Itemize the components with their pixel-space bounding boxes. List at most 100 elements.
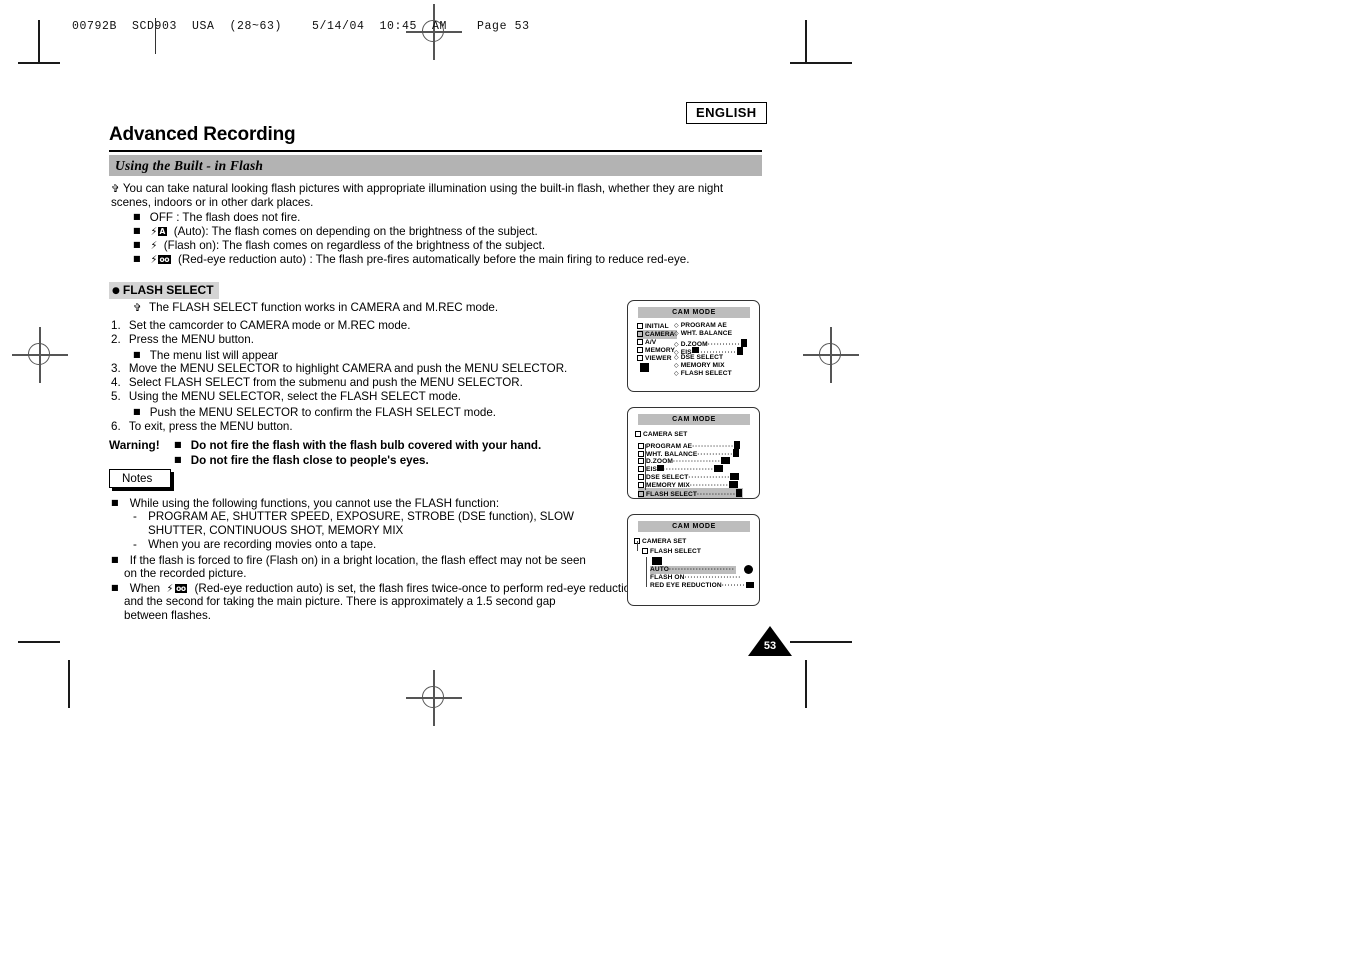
square-bullet-icon: ■ — [133, 212, 141, 221]
clover-bullet-icon: ✞ — [111, 183, 120, 195]
osd-2-title: CAM MODE — [638, 414, 750, 425]
osd-1-left-camera-label: CAMERA — [645, 331, 675, 338]
osd-2-dse-select-chip — [730, 473, 740, 480]
osd-1-right-wht-balance[interactable]: ◇ WHT. BALANCE — [674, 330, 732, 338]
note-item-1-sub-3: - When you are recording movies onto a t… — [133, 538, 376, 552]
warning-item-1-text: Do not fire the flash with the flash bul… — [190, 438, 542, 452]
square-bullet-icon: ■ — [133, 407, 141, 416]
osd-3-submenu-label: FLASH SELECT — [650, 548, 702, 555]
notes-box: Notes — [109, 469, 171, 488]
crop-mark-bottom-right-vertical — [805, 660, 807, 708]
flash-auto-icon: ⚡ — [150, 224, 157, 238]
square-bullet-icon: ■ — [111, 583, 119, 592]
step-3: 3. Move the MENU SELECTOR to highlight C… — [111, 362, 567, 376]
square-bullet-icon: ■ — [174, 440, 182, 449]
step-3-number: 3. — [111, 362, 121, 375]
note-item-1-sub-1-text: PROGRAM AE, SHUTTER SPEED, EXPOSURE, STR… — [148, 510, 574, 523]
crop-mark-top-left-horizontal — [18, 62, 60, 64]
osd-2-flash-select-chip — [735, 489, 742, 497]
leader-dots: ········· — [721, 582, 749, 589]
osd-screen-1: CAM MODE INITIAL CAMERA A/V MEMORY VIEWE… — [627, 300, 760, 392]
flash-redeye-icon: ⚡ — [166, 581, 174, 595]
osd-2-eis-cursor — [657, 465, 664, 471]
osd-1-title: CAM MODE — [638, 307, 750, 318]
diamond-icon: ◇ — [674, 369, 679, 377]
osd-1-right-flash-select[interactable]: ◇ FLASH SELECT — [674, 370, 732, 378]
osd-2-item-flash-select-label: FLASH SELECT — [646, 491, 698, 498]
diamond-icon: ◇ — [674, 321, 679, 329]
print-job-slug: 00792B SCD903 USA (28~63) 5/14/04 10:45 … — [72, 20, 530, 33]
warning-label: Warning! — [109, 438, 160, 452]
osd-1-left-memory-label: MEMORY — [645, 347, 676, 354]
osd-3-option-flash-on[interactable]: FLASH ON··················· — [650, 574, 741, 582]
registration-mark-left — [12, 327, 68, 383]
step-6-number: 6. — [111, 420, 121, 433]
note-item-3-pre: When — [129, 581, 161, 595]
osd-3-option-red-eye[interactable]: RED EYE REDUCTION········· — [650, 582, 749, 590]
osd-1-eis-cursor — [692, 347, 699, 353]
registration-mark-bottom — [406, 670, 462, 726]
square-bullet-icon: ■ — [133, 254, 141, 263]
flash-auto-badge: A — [158, 226, 167, 236]
step-5-sub: ■ Push the MENU SELECTOR to confirm the … — [133, 405, 496, 420]
note-item-1-sub-2: SHUTTER, CONTINUOUS SHOT, MEMORY MIX — [148, 524, 404, 537]
note-item-3-line2: and the second for taking the main pictu… — [124, 595, 556, 608]
intro-lead-text: You can take natural looking flash pictu… — [111, 182, 724, 210]
mode-item-auto-text: (Auto): The flash comes on depending on … — [173, 224, 538, 238]
folder-icon — [637, 323, 643, 329]
notes-label: Notes — [122, 472, 153, 485]
square-bullet-icon: ■ — [111, 555, 119, 564]
step-6: 6. To exit, press the MENU button. — [111, 420, 293, 434]
step-4-number: 4. — [111, 376, 121, 389]
osd-1-right-program-ae[interactable]: ◇ PROGRAM AE — [674, 322, 727, 330]
diamond-icon: ◇ — [674, 329, 679, 337]
osd-screen-2: CAM MODE CAMERA SET PROGRAM AE··········… — [627, 407, 760, 499]
osd-3-breadcrumb: CAMERA SET — [634, 537, 686, 546]
osd-2-wht-balance-chip — [733, 449, 740, 457]
dash-bullet-icon: - — [133, 510, 137, 523]
crop-mark-top-left-vertical — [38, 20, 40, 62]
osd-1-right-memory-mix[interactable]: ◇ MEMORY MIX — [674, 362, 725, 370]
osd-1-left-viewer[interactable]: VIEWER — [637, 354, 672, 363]
mode-item-off-text: OFF : The flash does not fire. — [149, 210, 301, 224]
step-4: 4. Select FLASH SELECT from the submenu … — [111, 376, 523, 390]
step-2-number: 2. — [111, 333, 121, 346]
osd-1-right-program-ae-label: PROGRAM AE — [680, 322, 727, 329]
osd-2-item-flash-select[interactable]: FLASH SELECT············· — [638, 488, 743, 498]
osd-1-right-dse-select[interactable]: ◇ DSE SELECT — [674, 354, 723, 362]
registration-mark-right — [803, 327, 859, 383]
crop-mark-top-right-vertical — [805, 20, 807, 62]
osd-1-left-viewer-label: VIEWER — [645, 355, 672, 362]
page-title: Advanced Recording — [109, 124, 296, 145]
diamond-icon: ◇ — [674, 361, 679, 369]
step-4-text: Select FLASH SELECT from the submenu and… — [128, 376, 523, 389]
osd-2-memory-mix-chip — [728, 481, 738, 488]
manual-page: 00792B SCD903 USA (28~63) 5/14/04 10:45 … — [0, 0, 1351, 954]
osd-screen-3: CAM MODE CAMERA SET FLASH SELECT AUTO···… — [627, 514, 760, 606]
osd-3-option-flash-on-label: FLASH ON — [650, 574, 685, 581]
leader-dots: ··················· — [684, 574, 742, 581]
step-2-sub-text: The menu list will appear — [149, 348, 279, 362]
note-item-3: ■ When ⚡ oo (Red-eye reduction auto) is s… — [111, 581, 637, 596]
flash-on-icon: ⚡ — [150, 238, 157, 252]
step-2: 2. Press the MENU button. — [111, 333, 254, 347]
note-item-1-sub-3-text: When you are recording movies onto a tap… — [148, 538, 377, 551]
osd-1-right-wht-balance-label: WHT. BALANCE — [680, 330, 733, 337]
note-item-1: ■ While using the following functions, y… — [111, 496, 499, 511]
flash-select-note: ✞ The FLASH SELECT function works in CAM… — [133, 301, 498, 315]
note-item-3-line3: between flashes. — [124, 609, 212, 622]
folder-icon — [637, 331, 643, 337]
osd-2-dzoom-chip — [720, 457, 730, 464]
osd-2-eis-chip — [713, 465, 723, 472]
mode-item-red-eye-text: (Red-eye reduction auto) : The flash pre… — [177, 252, 690, 266]
note-item-1-text: While using the following functions, you… — [129, 496, 500, 510]
square-bullet-icon: ■ — [133, 240, 141, 249]
square-bullet-icon: ■ — [174, 455, 182, 464]
square-bullet-icon: ■ — [133, 226, 141, 235]
osd-1-right-dse-select-label: DSE SELECT — [680, 354, 724, 361]
crop-mark-bottom-left-horizontal — [18, 641, 60, 643]
osd-3-option-auto[interactable]: AUTO······················ — [650, 566, 736, 574]
step-1-number: 1. — [111, 319, 121, 332]
flash-select-note-text: The FLASH SELECT function works in CAMER… — [149, 301, 499, 314]
flash-select-heading: ● FLASH SELECT — [109, 282, 219, 299]
